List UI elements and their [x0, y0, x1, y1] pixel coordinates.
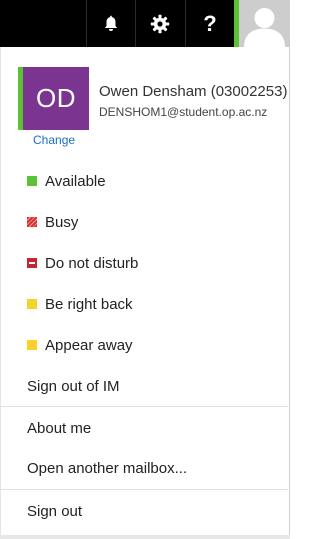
status-busy[interactable]: Busy	[0, 203, 288, 241]
menu-item-label: Open another mailbox...	[27, 459, 188, 477]
profile-initials: OD	[36, 83, 76, 113]
sign-out-of-im-item[interactable]: Sign out of IM	[0, 366, 288, 406]
profile-name: Owen Densham (03002253)	[99, 83, 288, 100]
person-silhouette-icon	[239, 0, 290, 47]
status-do-not-disturb[interactable]: Do not disturb	[0, 244, 288, 282]
profile-email: DENSHOM1@student.op.ac.nz	[99, 105, 268, 119]
status-label: Do not disturb	[45, 254, 139, 272]
about-me-item[interactable]: About me	[0, 408, 288, 448]
notifications-button[interactable]	[86, 0, 135, 47]
do-not-disturb-status-icon	[27, 258, 37, 268]
menu-divider	[0, 489, 288, 490]
busy-status-icon	[27, 217, 37, 227]
top-bar: ?	[0, 0, 290, 47]
open-another-mailbox-item[interactable]: Open another mailbox...	[0, 448, 288, 488]
status-label: Appear away	[45, 336, 133, 354]
panel-bottom-edge	[0, 535, 290, 539]
help-icon: ?	[203, 10, 217, 36]
status-label: Available	[45, 172, 106, 190]
bell-icon	[104, 15, 118, 31]
help-button[interactable]: ?	[185, 0, 234, 47]
menu-divider	[0, 406, 288, 407]
gear-icon	[150, 14, 170, 33]
menu-item-label: About me	[27, 419, 92, 437]
status-available[interactable]: Available	[0, 162, 288, 200]
menu-item-label: Sign out	[27, 502, 83, 520]
account-avatar-button[interactable]	[239, 0, 290, 47]
appear-away-status-icon	[27, 340, 37, 350]
sign-out-item[interactable]: Sign out	[0, 491, 288, 531]
profile-picture: OD	[23, 67, 89, 130]
status-label: Busy	[45, 213, 79, 231]
change-photo-link[interactable]: Change	[33, 133, 75, 147]
settings-button[interactable]	[135, 0, 184, 47]
status-be-right-back[interactable]: Be right back	[0, 285, 288, 323]
status-label: Be right back	[45, 295, 133, 313]
menu-item-label: Sign out of IM	[27, 377, 120, 395]
be-right-back-status-icon	[27, 299, 37, 309]
status-appear-away[interactable]: Appear away	[0, 326, 288, 364]
available-status-icon	[27, 176, 37, 186]
